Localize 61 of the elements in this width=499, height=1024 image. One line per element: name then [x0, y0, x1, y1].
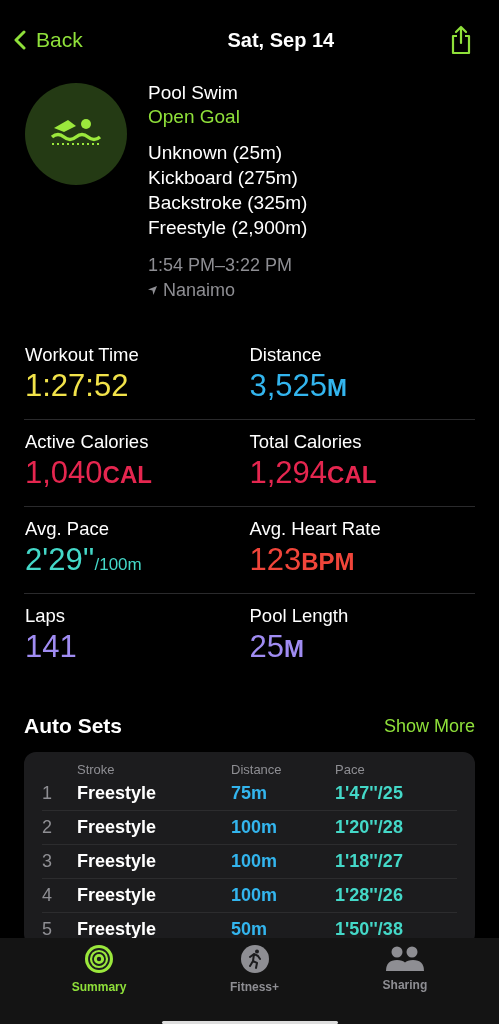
chevron-left-icon — [14, 30, 26, 50]
table-cell-text: 1'47''/25 — [335, 783, 404, 804]
metric-value: 1:27:52 — [25, 368, 130, 404]
table-cell-text: 1'18''/27 — [335, 851, 404, 872]
metric-label: Avg. Heart Rate — [249, 518, 382, 540]
metric-label: Avg. Pace — [25, 518, 110, 540]
rings-icon — [84, 944, 115, 974]
stroke-summary: Backstroke (325m) — [148, 192, 308, 214]
column-header: Stroke — [77, 762, 116, 777]
metric-value: 1,294CAL — [249, 455, 378, 491]
people-icon — [384, 944, 425, 972]
column-header: Pace — [335, 762, 366, 777]
metric-label: Laps — [25, 605, 67, 627]
table-cell-text: Freestyle — [77, 817, 158, 838]
metric-value: 1,040CAL — [25, 455, 153, 491]
tab[interactable]: Summary — [47, 938, 151, 998]
stroke-summary: Unknown (25m) — [148, 142, 284, 164]
row-number: 1 — [42, 783, 53, 804]
table-cell-text: 1'28''/26 — [335, 885, 404, 906]
table-cell-text: 1'50''/38 — [335, 919, 404, 940]
stroke-summary: Freestyle (2,900m) — [148, 217, 308, 239]
table-cell-text: 1'20''/28 — [335, 817, 404, 838]
back-button[interactable]: Back — [14, 28, 83, 52]
swimmer-icon — [24, 82, 128, 186]
location-arrow-icon — [148, 286, 157, 295]
runner-icon — [239, 944, 270, 974]
metric-value: 123BPM — [249, 542, 356, 578]
metric-label: Pool Length — [249, 605, 350, 627]
metric-value: 25M — [249, 629, 305, 665]
location: Nanaimo — [163, 280, 236, 301]
table-cell-text: 100m — [231, 851, 279, 872]
table-cell-text: 100m — [231, 817, 279, 838]
table-cell-text: Freestyle — [77, 783, 158, 804]
metric-value: 3,525M — [249, 368, 349, 404]
row-number: 5 — [42, 919, 53, 940]
time-range: 1:54 PM–3:22 PM — [148, 255, 294, 276]
row-number: 4 — [42, 885, 53, 906]
share-icon[interactable] — [449, 25, 473, 55]
metric-label: Workout Time — [25, 344, 140, 366]
show-more-link[interactable]: Show More — [383, 715, 475, 737]
table-cell-text: 75m — [231, 783, 269, 804]
tab[interactable]: Fitness+ — [206, 938, 304, 998]
table-cell-text: Freestyle — [77, 851, 158, 872]
stroke-summary: Kickboard (275m) — [148, 167, 299, 189]
workout-name: Pool Swim — [148, 82, 239, 104]
metric-label: Active Calories — [25, 431, 150, 453]
table-cell-text: Freestyle — [77, 885, 158, 906]
tab[interactable]: Sharing — [358, 938, 452, 998]
table-cell-text: Freestyle — [77, 919, 158, 940]
metric-value: 2'29''/100m — [25, 542, 143, 578]
section-title: Auto Sets — [24, 714, 122, 738]
column-header: Distance — [231, 762, 283, 777]
row-number: 2 — [42, 817, 53, 838]
workout-goal: Open Goal — [148, 106, 241, 128]
table-cell-text: 100m — [231, 885, 279, 906]
metric-label: Distance — [249, 344, 323, 366]
date-title: Sat, Sep 14 — [227, 28, 335, 52]
metric-value: 141 — [25, 629, 78, 665]
table-cell-text: 50m — [231, 919, 269, 940]
metric-label: Total Calories — [249, 431, 363, 453]
row-number: 3 — [42, 851, 53, 872]
